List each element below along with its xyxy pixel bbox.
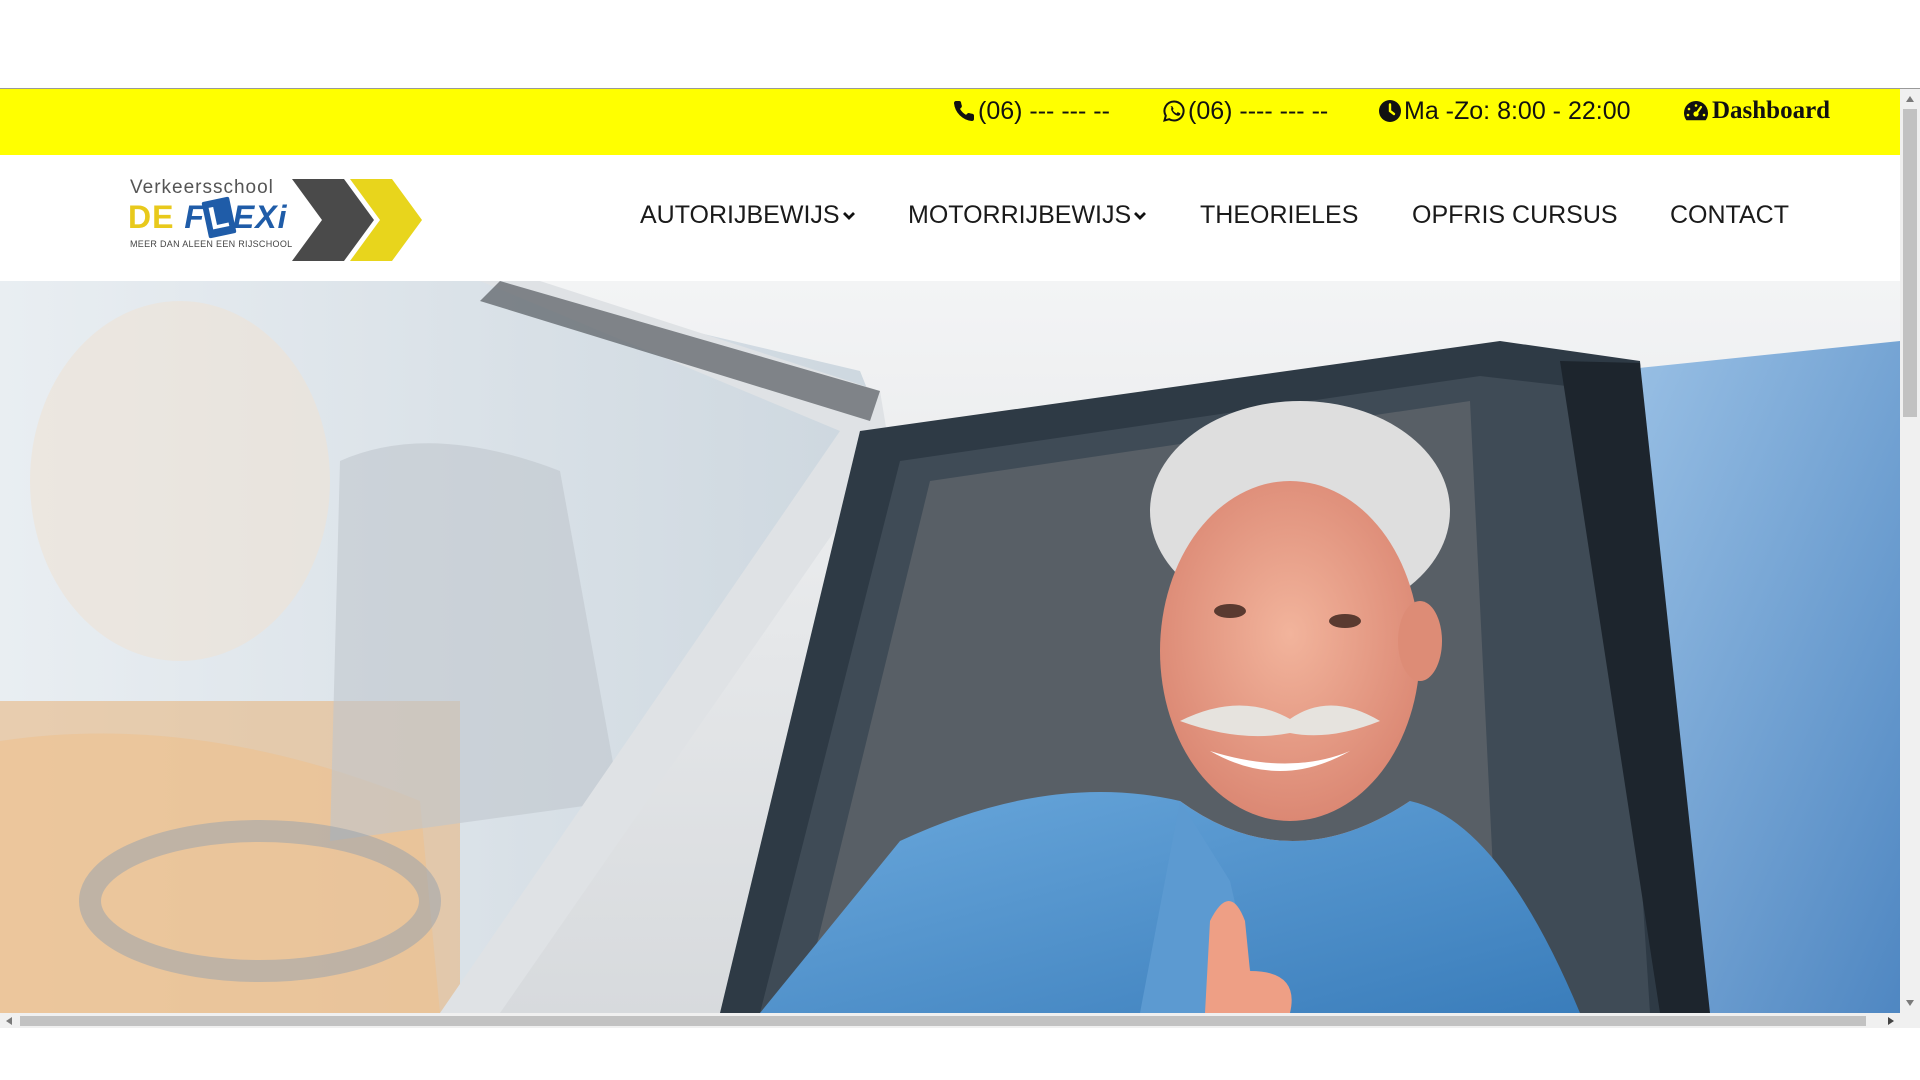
scroll-up-arrow-icon[interactable] [1900,89,1920,109]
logo-exi: EXi [232,199,288,235]
logo-l-plate: L [201,196,237,239]
whatsapp-number: (06) ---- --- -- [1188,96,1329,125]
nav-motorrijbewijs[interactable]: MOTORRIJBEWIJS [908,201,1147,230]
logo-tagline: MEER DAN ALEEN EEN RIJSCHOOL [130,239,293,249]
browser-viewport: (06) --- --- -- (06) ---- --- -- Ma -Zo:… [0,88,1920,1028]
logo-chevrons-icon [292,179,422,261]
scrollbar-corner [1900,1013,1920,1028]
nav-theorieles[interactable]: THEORIELES [1200,201,1358,230]
clock-icon [1378,99,1402,123]
hero-image [0,281,1900,1013]
scroll-left-arrow-icon[interactable] [0,1013,18,1028]
dashboard-label: Dashboard [1712,97,1831,124]
logo-main-text: DE FLEXi [128,196,288,239]
site-header: Verkeersschool DE FLEXi MEER DAN ALEEN E… [0,155,1900,281]
nav-contact[interactable]: CONTACT [1670,201,1789,230]
phone-number: (06) --- --- -- [978,96,1110,125]
nav-label: AUTORIJBEWIJS [640,201,840,229]
opening-hours: Ma -Zo: 8:00 - 22:00 [1378,89,1631,133]
horizontal-scroll-thumb[interactable] [20,1016,1866,1026]
whatsapp-link[interactable]: (06) ---- --- -- [1162,89,1328,133]
vertical-scrollbar[interactable] [1900,89,1920,1013]
logo-de: DE [128,199,175,235]
nav-label: OPFRIS CURSUS [1412,201,1618,229]
logo[interactable]: Verkeersschool DE FLEXi MEER DAN ALEEN E… [128,175,430,261]
dashboard-link[interactable]: Dashboard [1682,89,1830,133]
nav-opfris-cursus[interactable]: OPFRIS CURSUS [1412,201,1618,230]
logo-flexi: FLEXi [184,196,288,239]
nav-autorijbewijs[interactable]: AUTORIJBEWIJS [640,201,856,230]
nav-label: MOTORRIJBEWIJS [908,201,1132,229]
dashboard-gauge-icon [1682,99,1710,123]
phone-link[interactable]: (06) --- --- -- [952,89,1110,133]
hero-car-photo [0,281,1900,1013]
nav-label: CONTACT [1670,201,1789,229]
scroll-right-arrow-icon[interactable] [1882,1013,1900,1028]
chevron-down-icon [842,210,856,222]
top-contact-bar: (06) --- --- -- (06) ---- --- -- Ma -Zo:… [0,89,1900,155]
nav-label: THEORIELES [1200,201,1359,229]
vertical-scroll-thumb[interactable] [1903,109,1917,417]
logo-top-text: Verkeersschool [130,177,274,198]
whatsapp-icon [1162,99,1186,123]
hours-text: Ma -Zo: 8:00 - 22:00 [1404,96,1631,125]
scroll-down-arrow-icon[interactable] [1900,993,1920,1013]
phone-icon [952,99,976,123]
horizontal-scrollbar[interactable] [0,1013,1900,1028]
chevron-down-icon [1133,210,1147,222]
